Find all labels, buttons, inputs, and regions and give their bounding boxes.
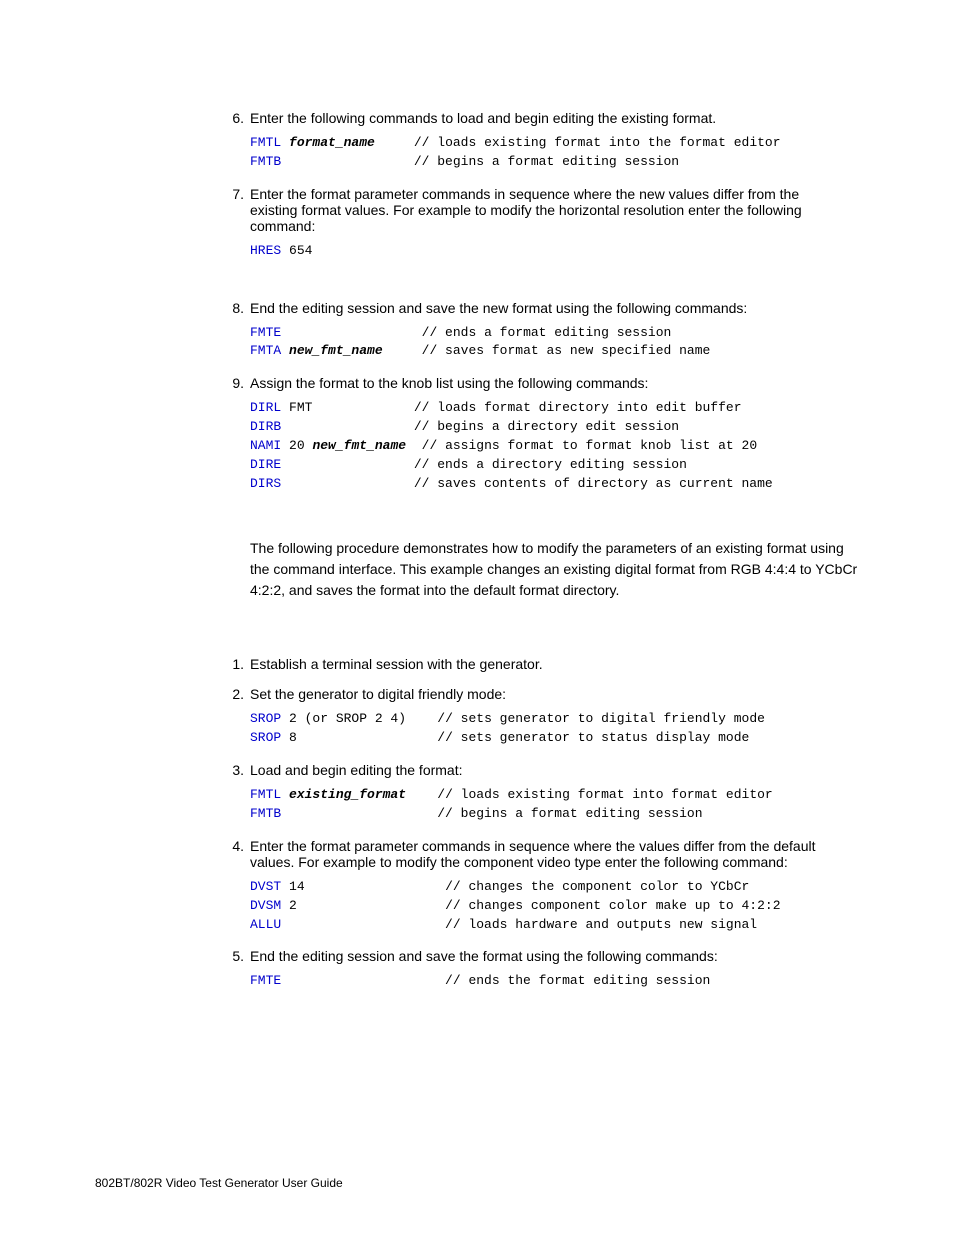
step-text: Enter the following commands to load and… — [250, 110, 845, 126]
step-number: 9. — [222, 375, 250, 391]
list-item: 1.Establish a terminal session with the … — [250, 656, 859, 672]
list-item: 8.End the editing session and save the n… — [250, 300, 859, 362]
step-number: 6. — [222, 110, 250, 126]
step-number: 2. — [222, 686, 250, 702]
list-item: 3.Load and begin editing the format: FMT… — [250, 762, 859, 824]
code-block: FMTL existing_format // loads existing f… — [250, 786, 859, 824]
step-text: Assign the format to the knob list using… — [250, 375, 845, 391]
step-number: 3. — [222, 762, 250, 778]
step-number: 5. — [222, 948, 250, 964]
code-block: HRES 654 — [250, 242, 859, 261]
code-block: FMTL format_name // loads existing forma… — [250, 134, 859, 172]
footer-text: 802BT/802R Video Test Generator User Gui… — [95, 1176, 343, 1190]
step-number: 4. — [222, 838, 250, 854]
list-item: 9.Assign the format to the knob list usi… — [250, 375, 859, 493]
step-text: Enter the format parameter commands in s… — [250, 838, 845, 870]
step-text: Set the generator to digital friendly mo… — [250, 686, 845, 702]
step-number: 1. — [222, 656, 250, 672]
code-block: FMTE // ends the format editing session — [250, 972, 859, 991]
list-item: 6.Enter the following commands to load a… — [250, 110, 859, 172]
code-block: DVST 14 // changes the component color t… — [250, 878, 859, 935]
step-text: Establish a terminal session with the ge… — [250, 656, 845, 672]
step-text: Load and begin editing the format: — [250, 762, 845, 778]
code-block: DIRL FMT // loads format directory into … — [250, 399, 859, 493]
list-item: 2.Set the generator to digital friendly … — [250, 686, 859, 748]
step-number: 7. — [222, 186, 250, 202]
step-text: End the editing session and save the for… — [250, 948, 845, 964]
paragraph: The following procedure demonstrates how… — [250, 538, 859, 601]
list-item: 5.End the editing session and save the f… — [250, 948, 859, 991]
code-block: FMTE // ends a format editing session FM… — [250, 324, 859, 362]
list-item: 4.Enter the format parameter commands in… — [250, 838, 859, 935]
code-block: SROP 2 (or SROP 2 4) // sets generator t… — [250, 710, 859, 748]
step-text: End the editing session and save the new… — [250, 300, 845, 316]
step-text: Enter the format parameter commands in s… — [250, 186, 845, 234]
step-number: 8. — [222, 300, 250, 316]
list-item: 7.Enter the format parameter commands in… — [250, 186, 859, 261]
